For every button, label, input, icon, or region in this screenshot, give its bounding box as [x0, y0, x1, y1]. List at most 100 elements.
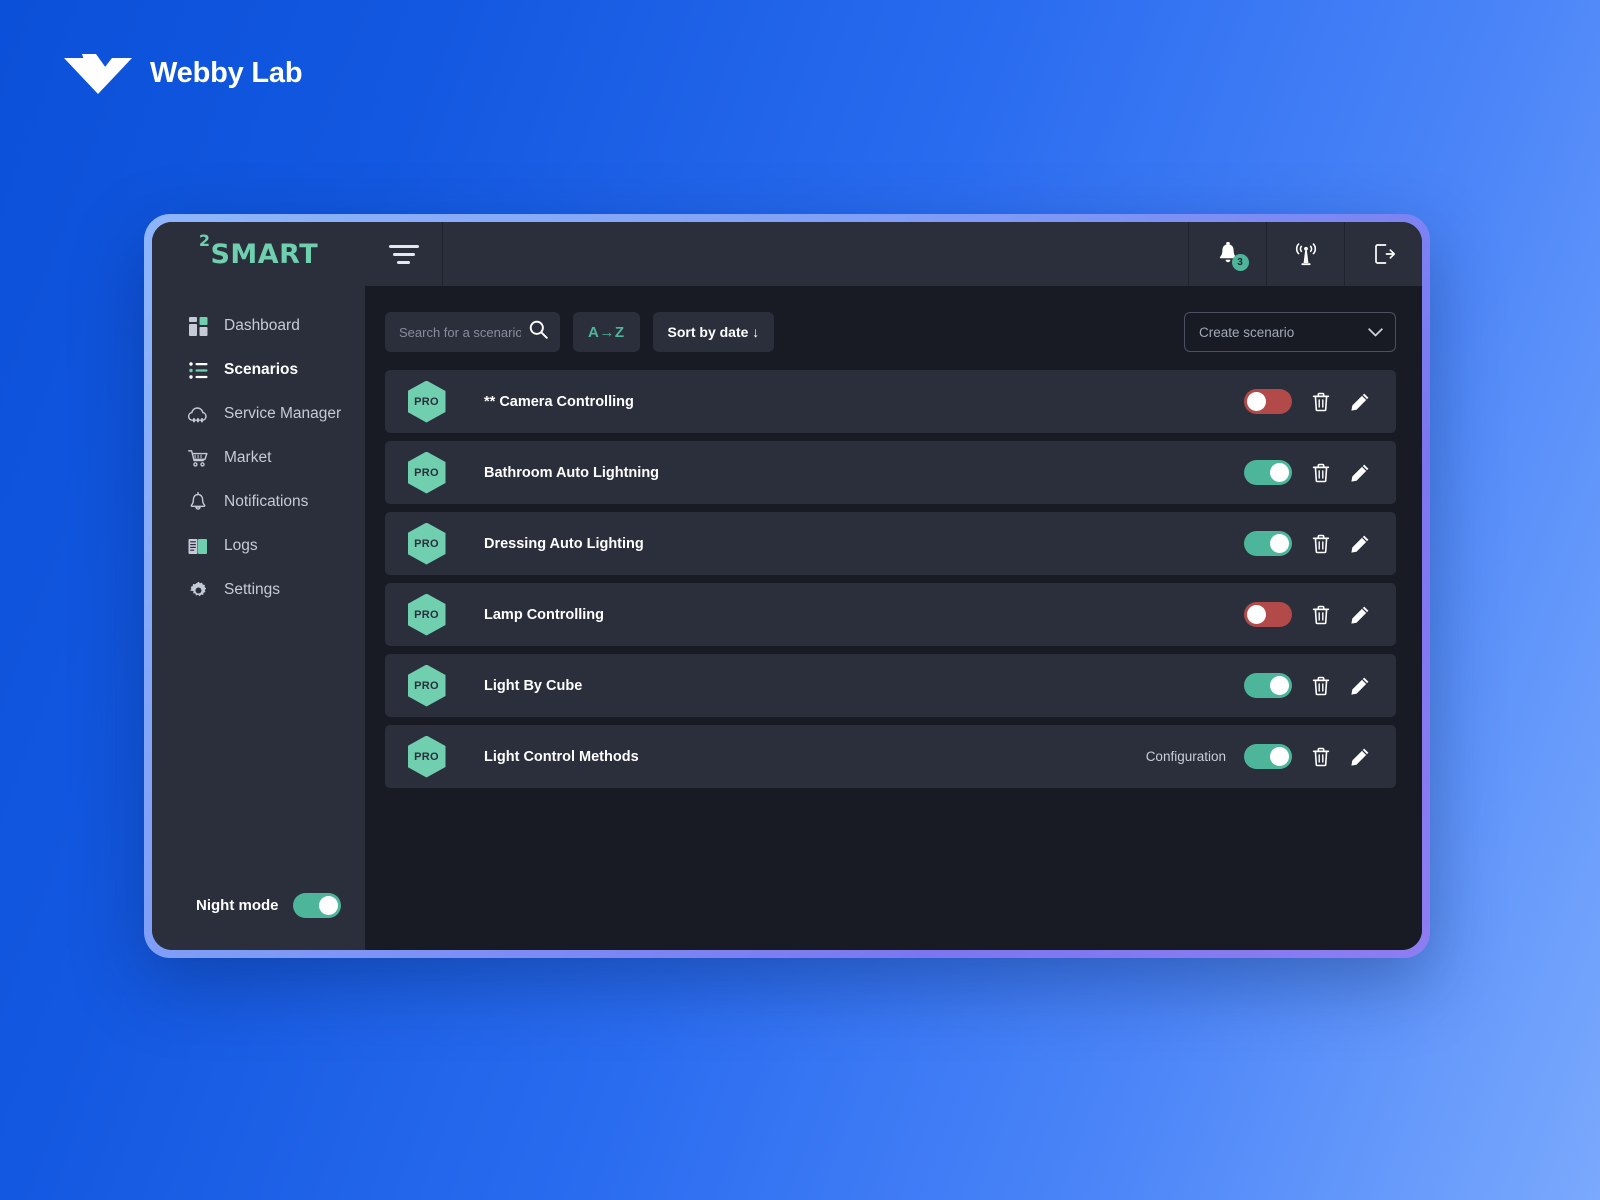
- antenna-signal-icon: [1295, 243, 1316, 266]
- pencil-icon: [1351, 606, 1369, 624]
- grid-dashboard-icon: [188, 316, 208, 336]
- sidebar-item-label: Dashboard: [224, 317, 300, 334]
- scenario-name: Dressing Auto Lighting: [484, 535, 644, 552]
- delete-scenario-button[interactable]: [1312, 392, 1330, 412]
- notifications-button[interactable]: 3: [1188, 222, 1266, 286]
- edit-scenario-button[interactable]: [1350, 605, 1370, 625]
- trash-icon: [1312, 605, 1330, 624]
- pro-hexagon-icon: PRO: [407, 735, 446, 778]
- edit-scenario-button[interactable]: [1350, 676, 1370, 696]
- book-icon: [188, 536, 208, 556]
- sidebar-item-scenarios[interactable]: Scenarios: [152, 348, 365, 392]
- main-content: A→Z Sort by date ↓ Create scenario: [365, 286, 1422, 950]
- top-bar: 2SMART 3: [152, 222, 1422, 286]
- app-logo-superscript: 2: [198, 230, 211, 250]
- pro-hexagon-icon: PRO: [407, 664, 446, 707]
- app-window-inner: 2SMART 3 Dashboard Scenarios Service Man…: [152, 222, 1422, 950]
- app-window: 2SMART 3 Dashboard Scenarios Service Man…: [144, 214, 1430, 958]
- scenario-name: Light Control Methods: [484, 748, 639, 765]
- scenario-enable-toggle[interactable]: [1244, 744, 1292, 769]
- edit-scenario-button[interactable]: [1350, 463, 1370, 483]
- table-row[interactable]: PRO Bathroom Auto Lightning: [385, 441, 1396, 504]
- delete-scenario-button[interactable]: [1312, 605, 1330, 625]
- table-row[interactable]: PRO Light By Cube: [385, 654, 1396, 717]
- table-row[interactable]: PRO Dressing Auto Lighting: [385, 512, 1396, 575]
- table-row[interactable]: PRO ** Camera Controlling: [385, 370, 1396, 433]
- scenario-enable-toggle[interactable]: [1244, 602, 1292, 627]
- bell-icon: [188, 492, 208, 512]
- edit-scenario-button[interactable]: [1350, 534, 1370, 554]
- scenario-badge: PRO: [385, 441, 468, 504]
- scenario-enable-toggle[interactable]: [1244, 389, 1292, 414]
- scenario-name: Bathroom Auto Lightning: [484, 464, 660, 481]
- night-mode-label: Night mode: [196, 897, 279, 914]
- sidebar: Dashboard Scenarios Service Manager Mark…: [152, 286, 365, 950]
- trash-icon: [1312, 676, 1330, 695]
- gear-icon: [188, 580, 208, 600]
- sidebar-item-service-manager[interactable]: Service Manager: [152, 392, 365, 436]
- scenario-badge: PRO: [385, 725, 468, 788]
- search-box[interactable]: [385, 312, 560, 352]
- scenario-name: Light By Cube: [484, 677, 583, 694]
- sort-alphabetical-button[interactable]: A→Z: [573, 312, 640, 352]
- connectivity-button[interactable]: [1266, 222, 1344, 286]
- create-scenario-select[interactable]: Create scenario: [1184, 312, 1396, 352]
- sidebar-item-logs[interactable]: Logs: [152, 524, 365, 568]
- create-scenario-label: Create scenario: [1199, 324, 1295, 340]
- chevron-down-icon: [1368, 325, 1383, 340]
- night-mode-toggle[interactable]: [292, 893, 341, 918]
- menu-toggle-button[interactable]: [365, 222, 443, 286]
- pencil-icon: [1351, 535, 1369, 553]
- cloud-gear-icon: [188, 404, 208, 424]
- shopping-cart-icon: [188, 448, 208, 468]
- scenario-list: PRO ** Camera Controlling PRO Bathroom A…: [385, 370, 1396, 788]
- logout-button[interactable]: [1344, 222, 1422, 286]
- top-bar-spacer: [443, 222, 1188, 286]
- scenario-enable-toggle[interactable]: [1244, 531, 1292, 556]
- edit-scenario-button[interactable]: [1350, 392, 1370, 412]
- trash-icon: [1312, 534, 1330, 553]
- sidebar-item-notifications[interactable]: Notifications: [152, 480, 365, 524]
- row-actions: [1244, 460, 1396, 485]
- scenario-enable-toggle[interactable]: [1244, 673, 1292, 698]
- table-row[interactable]: PRO Light Control Methods Configuration: [385, 725, 1396, 788]
- delete-scenario-button[interactable]: [1312, 463, 1330, 483]
- webby-lab-chevrons-icon: [64, 54, 132, 94]
- pencil-icon: [1351, 677, 1369, 695]
- top-bar-actions: 3: [1188, 222, 1422, 286]
- scenario-badge: PRO: [385, 370, 468, 433]
- row-actions: [1244, 389, 1396, 414]
- brand-name: Webby Lab: [150, 56, 303, 89]
- trash-icon: [1312, 747, 1330, 766]
- scenarios-toolbar: A→Z Sort by date ↓ Create scenario: [385, 312, 1396, 352]
- row-actions: [1244, 531, 1396, 556]
- night-mode-control: Night mode: [152, 893, 365, 950]
- scenario-badge: PRO: [385, 583, 468, 646]
- sidebar-item-settings[interactable]: Settings: [152, 568, 365, 612]
- table-row[interactable]: PRO Lamp Controlling: [385, 583, 1396, 646]
- pro-hexagon-icon: PRO: [407, 522, 446, 565]
- scenario-badge: PRO: [385, 512, 468, 575]
- sort-by-date-button[interactable]: Sort by date ↓: [652, 312, 775, 352]
- sidebar-item-label: Logs: [224, 537, 258, 554]
- sidebar-item-dashboard[interactable]: Dashboard: [152, 304, 365, 348]
- search-input[interactable]: [399, 324, 521, 340]
- app-logo[interactable]: 2SMART: [152, 222, 365, 286]
- pro-hexagon-icon: PRO: [407, 451, 446, 494]
- sidebar-item-market[interactable]: Market: [152, 436, 365, 480]
- delete-scenario-button[interactable]: [1312, 534, 1330, 554]
- scenario-name: ** Camera Controlling: [484, 393, 634, 410]
- hamburger-menu-icon: [388, 244, 419, 264]
- body-area: Dashboard Scenarios Service Manager Mark…: [152, 286, 1422, 950]
- webby-lab-brand: Webby Lab: [62, 52, 303, 94]
- sidebar-item-label: Market: [224, 449, 272, 466]
- scenario-enable-toggle[interactable]: [1244, 460, 1292, 485]
- sidebar-nav: Dashboard Scenarios Service Manager Mark…: [152, 304, 365, 612]
- edit-scenario-button[interactable]: [1350, 747, 1370, 767]
- sidebar-item-label: Scenarios: [224, 361, 299, 378]
- delete-scenario-button[interactable]: [1312, 676, 1330, 696]
- delete-scenario-button[interactable]: [1312, 747, 1330, 767]
- search-icon[interactable]: [529, 320, 548, 344]
- scenario-configuration-link[interactable]: Configuration: [1146, 749, 1226, 764]
- pro-hexagon-icon: PRO: [407, 593, 446, 636]
